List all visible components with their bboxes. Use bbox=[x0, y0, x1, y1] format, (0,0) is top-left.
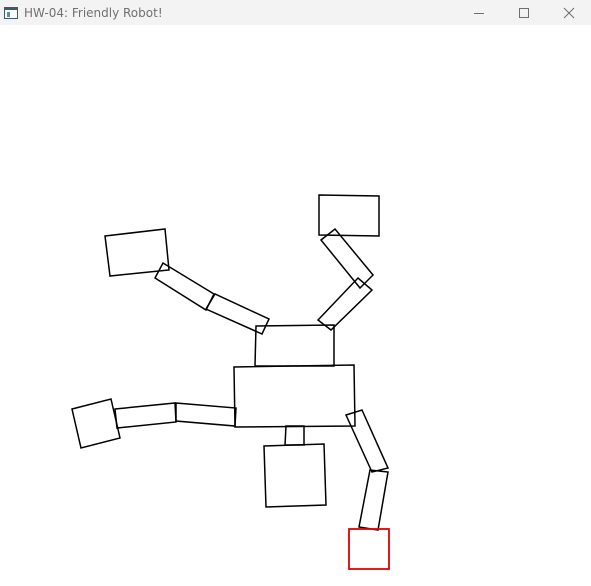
minimize-button[interactable] bbox=[456, 0, 501, 25]
drawing-canvas[interactable] bbox=[0, 25, 591, 586]
robot-neck[interactable] bbox=[284, 425, 305, 446]
app-window: HW-04: Friendly Robot! bbox=[0, 0, 591, 586]
robot-left-shin[interactable] bbox=[114, 402, 177, 429]
robot-left-foot[interactable] bbox=[71, 398, 121, 449]
window-title: HW-04: Friendly Robot! bbox=[24, 5, 163, 20]
robot-left-thigh[interactable] bbox=[175, 402, 237, 427]
robot-right-thigh[interactable] bbox=[344, 409, 390, 473]
title-bar[interactable]: HW-04: Friendly Robot! bbox=[0, 0, 591, 25]
robot-drawing bbox=[71, 194, 390, 570]
app-icon bbox=[3, 5, 19, 21]
robot-left-upper-arm[interactable] bbox=[204, 293, 270, 335]
minimize-icon bbox=[473, 12, 484, 14]
close-button[interactable] bbox=[546, 0, 591, 25]
robot-right-shin[interactable] bbox=[358, 469, 389, 531]
maximize-icon bbox=[518, 7, 529, 18]
maximize-button[interactable] bbox=[501, 0, 546, 25]
robot-right-hand[interactable] bbox=[318, 194, 380, 237]
robot-chest[interactable] bbox=[254, 324, 335, 367]
robot-head[interactable] bbox=[263, 443, 327, 508]
robot-right-upper-arm[interactable] bbox=[316, 276, 374, 331]
robot-right-foot[interactable] bbox=[348, 528, 390, 570]
window-controls bbox=[456, 0, 591, 25]
robot-right-forearm[interactable] bbox=[319, 227, 375, 290]
robot-torso[interactable] bbox=[233, 364, 356, 428]
close-icon bbox=[563, 7, 574, 18]
